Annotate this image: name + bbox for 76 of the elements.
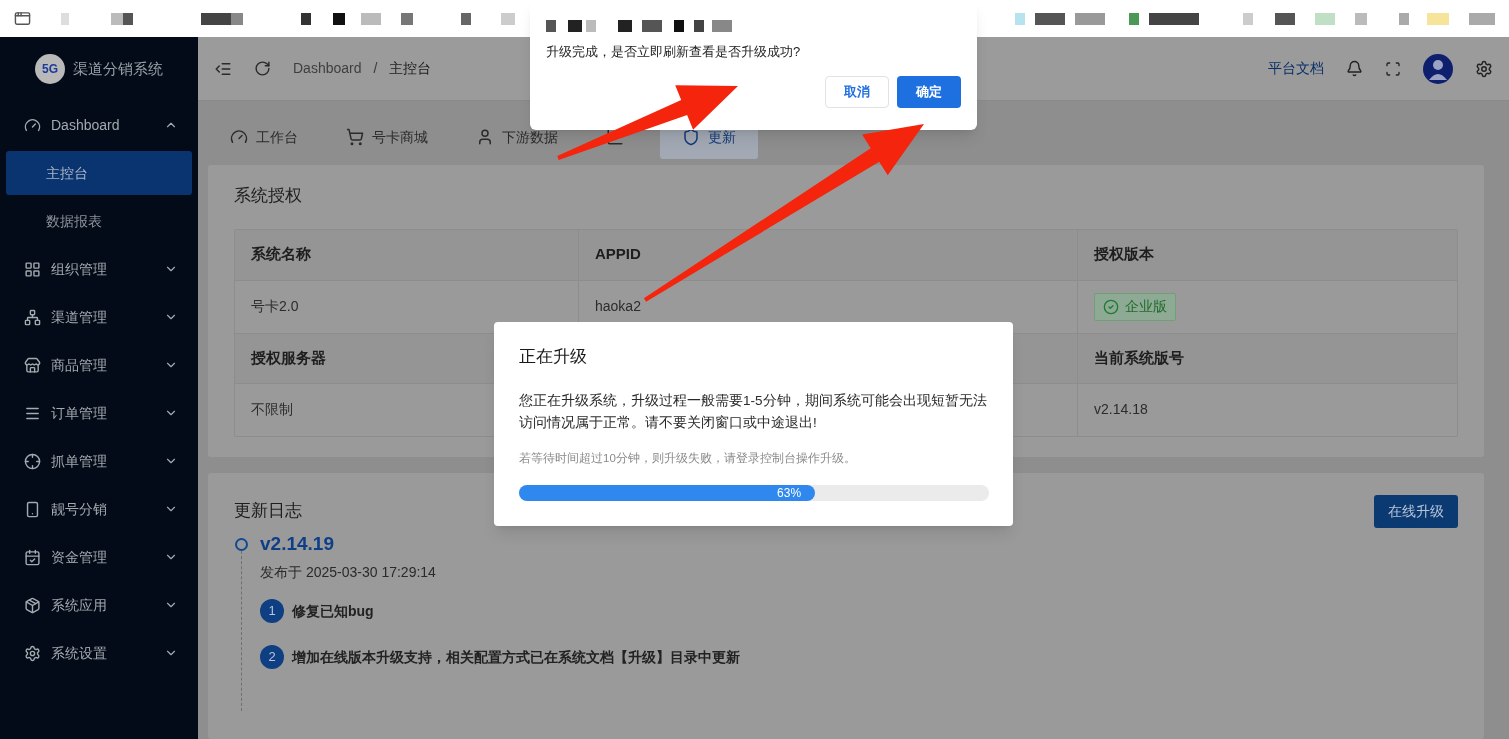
table-cell-text: 号卡2.0 — [251, 297, 299, 316]
edition-tag: 企业版 — [1094, 292, 1176, 321]
column-header: 当前系统版号 — [1094, 347, 1184, 368]
modal-note: 若等待时间超过10分钟，则升级失败，请登录控制台操作升级。 — [519, 450, 857, 466]
table-cell-text: 不限制 — [251, 400, 293, 419]
tab[interactable]: 号卡商城 — [334, 115, 440, 159]
menu-item[interactable]: 组织管理 — [0, 245, 198, 293]
menu-item[interactable]: 靓号分销 — [0, 485, 198, 533]
logo: 5G — [35, 54, 65, 84]
breadcrumb-separator: / — [373, 59, 378, 78]
tab[interactable]: 工作台 — [218, 115, 310, 159]
phone-icon — [24, 500, 41, 518]
column-header: 授权服务器 — [251, 347, 326, 368]
confirm-button[interactable]: 确定 — [897, 75, 961, 108]
user-icon — [476, 128, 494, 146]
step-number: 2 — [260, 645, 284, 669]
menu-item[interactable]: 系统应用 — [0, 581, 198, 629]
network-icon — [24, 308, 41, 326]
table-cell-text: v2.14.18 — [1094, 400, 1148, 419]
column-header: 授权版本 — [1094, 244, 1154, 265]
menu-label: 系统设置 — [51, 643, 108, 663]
settings-icon — [24, 644, 41, 662]
menu-label: 靓号分销 — [51, 499, 108, 519]
menu-item[interactable]: 系统设置 — [0, 629, 198, 677]
table-cell-text: haoka2 — [595, 297, 641, 316]
column-header: 系统名称 — [251, 244, 311, 265]
menu-label: 商品管理 — [51, 355, 108, 375]
release-date: 发布于 2025-03-30 17:29:14 — [260, 563, 437, 582]
bell-icon[interactable] — [1346, 60, 1363, 77]
avatar[interactable] — [1423, 53, 1453, 84]
menu-item[interactable]: 渠道管理 — [0, 293, 198, 341]
shield-icon — [682, 128, 700, 146]
upgrade-button[interactable]: 在线升级 — [1374, 494, 1458, 528]
store-icon — [24, 356, 41, 374]
cart-icon — [346, 128, 364, 146]
menu-item[interactable]: Dashboard — [0, 101, 198, 149]
menu-item[interactable]: 资金管理 — [0, 533, 198, 581]
window-icon[interactable] — [14, 10, 31, 27]
tab[interactable]: 下游数据 — [464, 115, 570, 159]
change-note: 增加在线版本升级支持，相关配置方式已在系统文档【升级】目录中更新 — [292, 647, 740, 667]
check-icon — [1103, 298, 1119, 315]
calendar-icon — [24, 548, 41, 566]
modal-title: 正在升级 — [519, 346, 588, 368]
menu-label: 组织管理 — [51, 259, 108, 279]
submenu-item[interactable]: 数据报表 — [6, 199, 192, 243]
submenu-item[interactable]: 主控台 — [6, 151, 192, 195]
menu-label: 渠道管理 — [51, 307, 108, 327]
app-title: 渠道分销系统 — [73, 58, 163, 79]
card-title: 更新日志 — [234, 500, 302, 523]
version-title: v2.14.19 — [260, 531, 335, 556]
menu-item[interactable]: 订单管理 — [0, 389, 198, 437]
menu-label: 抓单管理 — [51, 451, 108, 471]
gauge-icon — [230, 128, 248, 146]
menu-label: 系统应用 — [51, 595, 108, 615]
box-icon — [24, 596, 41, 614]
menu-label: 订单管理 — [51, 403, 108, 423]
grid-icon — [24, 260, 41, 278]
card-title: 系统授权 — [234, 185, 303, 207]
confirm-message: 升级完成，是否立即刷新查看是否升级成功? — [546, 43, 802, 61]
gauge-icon — [24, 116, 41, 134]
menu-label: 资金管理 — [51, 547, 108, 567]
progress-label: 63% — [777, 486, 802, 499]
breadcrumb-item[interactable]: 主控台 — [389, 58, 432, 79]
menu-label: Dashboard — [51, 115, 121, 135]
modal-message: 您正在升级系统，升级过程一般需要1-5分钟，期间系统可能会出现短暂无法访问情况属于正常。请不要关闭窗口或中途退出! — [519, 391, 988, 432]
change-note: 修复已知bug — [292, 601, 374, 621]
cancel-button[interactable]: 取消 — [825, 75, 889, 108]
breadcrumb-item[interactable]: Dashboard — [293, 58, 362, 79]
step-number: 1 — [260, 599, 284, 623]
menu-item[interactable]: 抓单管理 — [0, 437, 198, 485]
refresh-icon[interactable] — [254, 60, 271, 77]
settings-icon[interactable] — [1475, 59, 1493, 78]
menu-item[interactable]: 商品管理 — [0, 341, 198, 389]
fullscreen-icon[interactable] — [1385, 60, 1401, 77]
column-header: APPID — [595, 244, 641, 265]
docs-link[interactable]: 平台文档 — [1268, 58, 1324, 79]
